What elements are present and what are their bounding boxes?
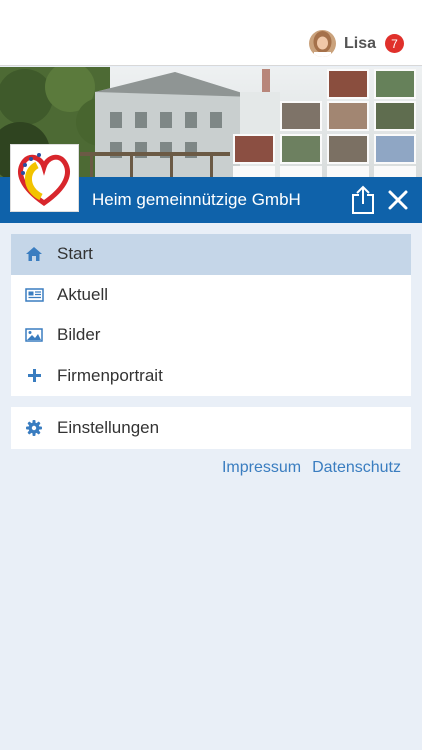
menu-item-einstellungen[interactable]: Einstellungen [11,407,411,449]
company-name: Heim gemeinnützige GmbH [92,190,301,209]
footer-links: Impressum Datenschutz [222,459,401,477]
user-name[interactable]: Lisa [344,35,376,53]
home-icon [11,247,57,262]
user-avatar[interactable] [308,30,336,57]
close-icon[interactable] [387,189,409,211]
menu-item-label: Aktuell [57,284,109,304]
news-icon [11,288,57,302]
datenschutz-link[interactable]: Datenschutz [312,459,401,477]
notification-badge[interactable]: 7 [385,34,404,53]
menu-item-label: Bilder [57,325,101,345]
settings-menu: Einstellungen [11,407,411,449]
user-menu[interactable]: Lisa 7 [308,30,404,57]
menu-item-label: Start [57,244,93,264]
impressum-link[interactable]: Impressum [222,459,301,477]
image-icon [11,328,57,342]
plus-icon [11,369,57,383]
menu-item-aktuell[interactable]: Aktuell [11,275,411,316]
gear-icon [11,420,57,436]
company-logo [10,144,79,212]
menu-item-label: Firmenportrait [57,365,163,385]
menu-item-bilder[interactable]: Bilder [11,315,411,356]
menu-item-start[interactable]: Start [11,234,411,275]
menu-item-label: Einstellungen [57,418,160,437]
menu-item-firmenportrait[interactable]: Firmenportrait [11,356,411,397]
share-icon[interactable] [350,185,376,215]
main-menu: Start Aktuell Bilder Firmenportrait [11,234,411,396]
top-bar: Lisa 7 [0,0,422,66]
